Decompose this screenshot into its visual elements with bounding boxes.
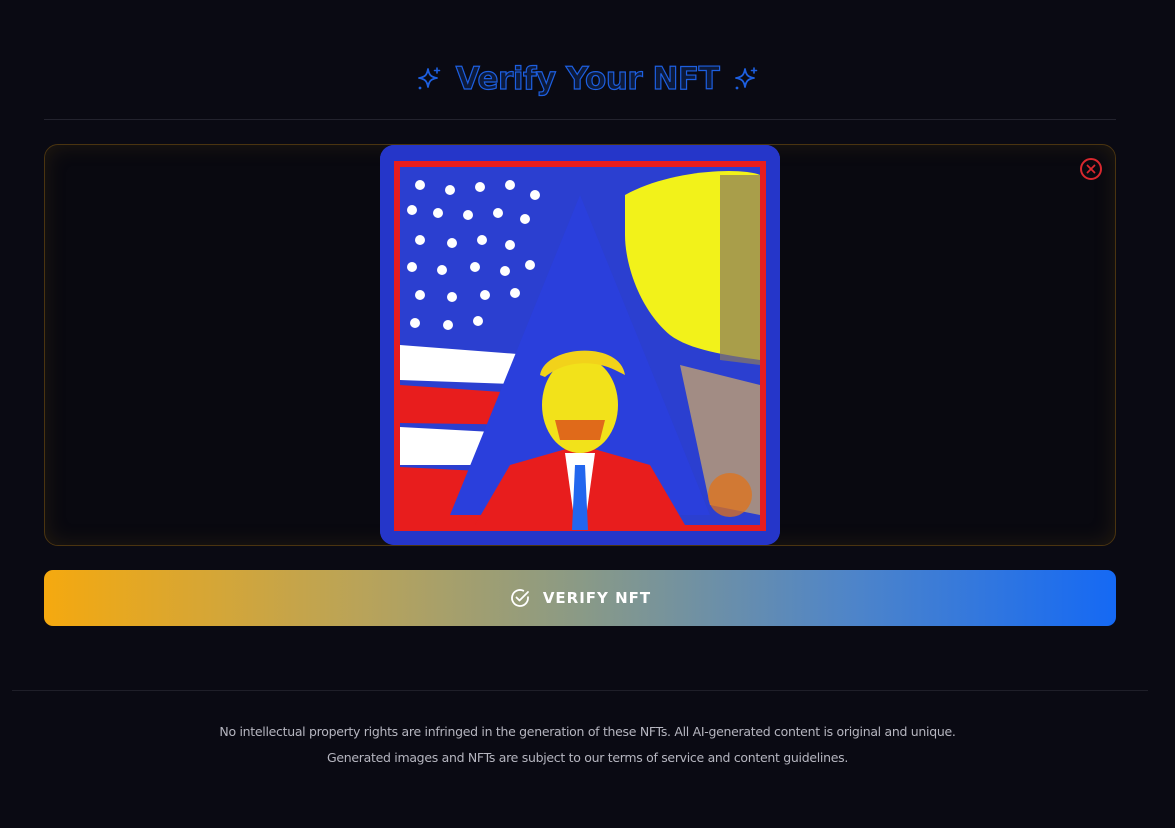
footer-terms: Generated images and NFTs are subject to…: [326, 750, 848, 765]
footer-divider: [12, 690, 1148, 691]
nft-image-preview: [380, 145, 780, 545]
footer-disclaimer: No intellectual property rights are infr…: [219, 724, 956, 739]
page-title: Verify Your NFT: [455, 60, 720, 97]
page-header: Verify Your NFT: [0, 56, 1175, 102]
sparkles-icon: [733, 66, 759, 92]
close-circle-icon: [1086, 164, 1096, 174]
sparkles-icon: [416, 66, 442, 92]
verify-nft-button[interactable]: VERIFY NFT: [44, 570, 1116, 626]
check-circle-icon: [510, 589, 529, 607]
remove-image-button[interactable]: [1080, 158, 1102, 180]
verify-button-label: VERIFY NFT: [542, 589, 652, 607]
header-divider: [44, 119, 1116, 120]
